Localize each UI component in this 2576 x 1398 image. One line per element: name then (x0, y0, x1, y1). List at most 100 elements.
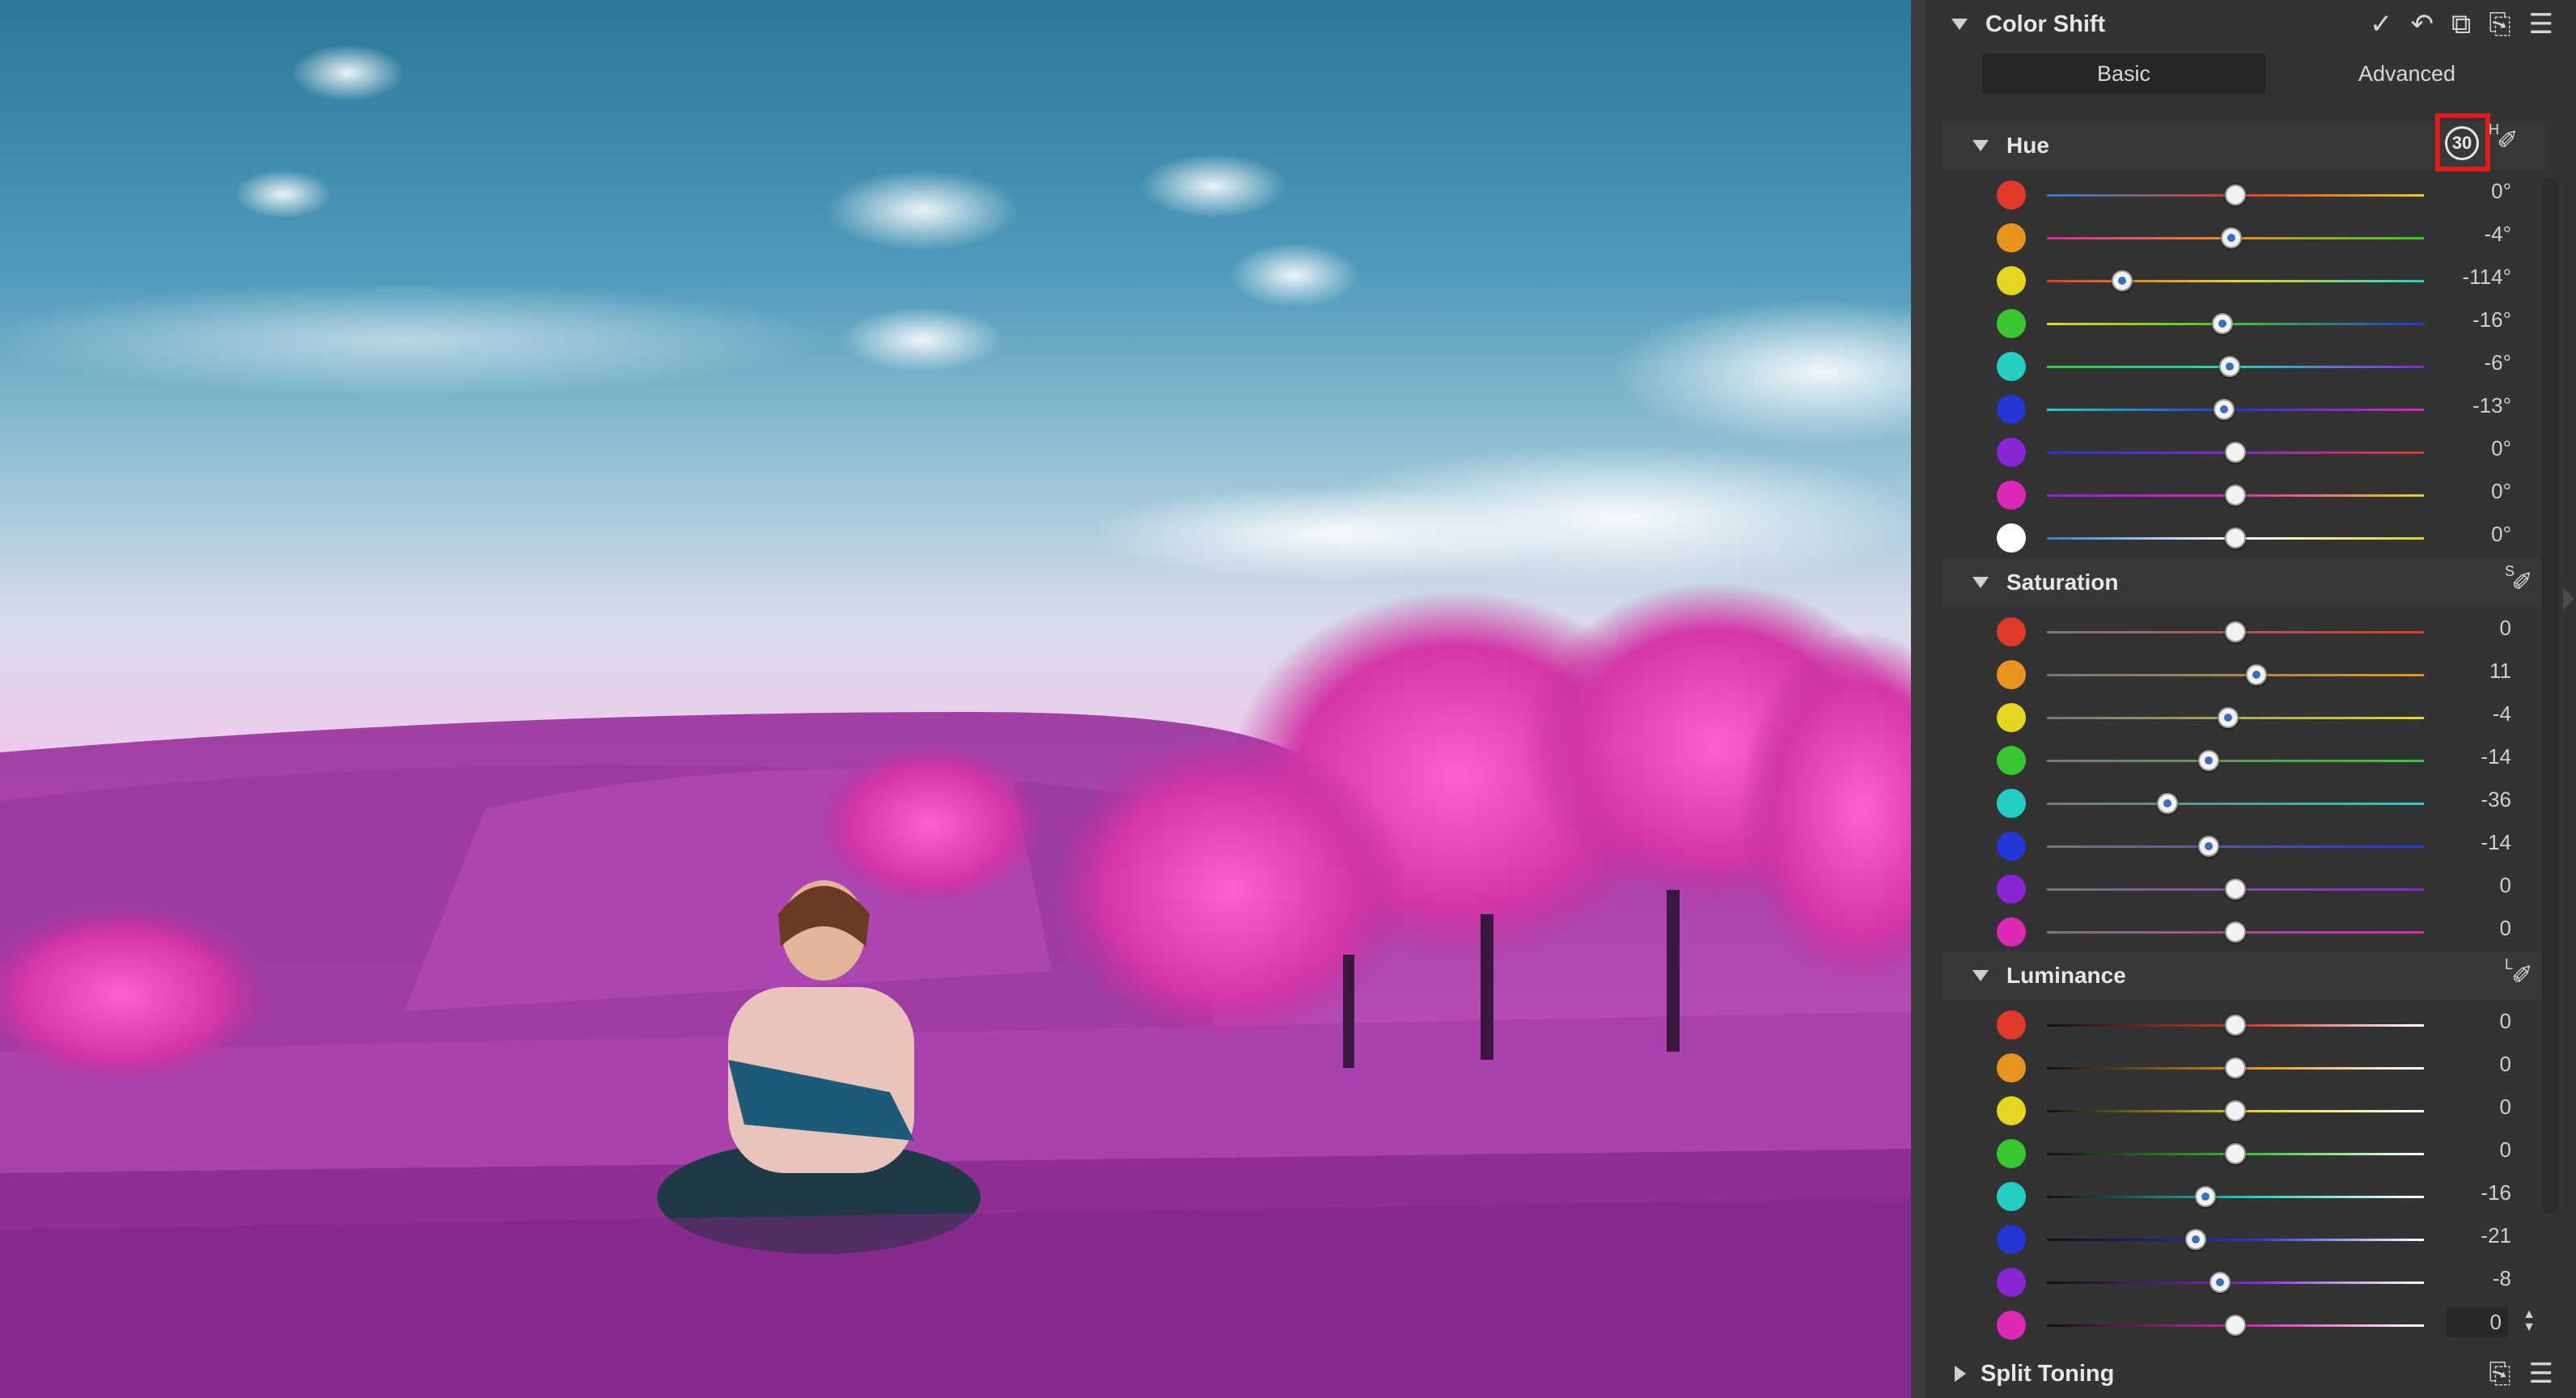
luminance-picker-icon[interactable]: L ✐ (2505, 956, 2542, 992)
color-swatch (1997, 1268, 2026, 1297)
hue-picker-icon[interactable]: H ✐ (2489, 121, 2519, 155)
saturation-slider-handle[interactable] (2225, 921, 2246, 943)
luminance-slider-handle[interactable] (2225, 1015, 2246, 1036)
saturation-value: 0 (2499, 916, 2511, 940)
panel-expand-arrow-icon[interactable] (2563, 587, 2574, 610)
saturation-slider-handle[interactable] (2198, 750, 2220, 771)
color-shift-header[interactable]: Color Shift ✓ ↶ ⧉ ⎘ ☰ (1942, 0, 2553, 49)
panel-scrollbar[interactable] (2542, 178, 2558, 1214)
paste-icon[interactable]: ⎘ (2489, 11, 2510, 38)
color-swatch (1997, 395, 2026, 424)
luminance-slider-handle[interactable] (2225, 1100, 2246, 1121)
color-swatch (1997, 223, 2026, 252)
luminance-slider-handle[interactable] (2225, 1057, 2246, 1078)
menu-icon[interactable]: ☰ (2529, 11, 2553, 38)
color-swatch (1997, 523, 2026, 553)
saturation-slider-track[interactable] (2047, 760, 2424, 762)
luminance-value: 0 (2499, 1009, 2511, 1033)
saturation-value: 0 (2499, 873, 2511, 897)
saturation-value: -14 (2481, 830, 2511, 854)
saturation-slider-handle[interactable] (2225, 879, 2246, 900)
saturation-slider-handle[interactable] (2225, 621, 2246, 642)
hue-slider-handle[interactable] (2221, 227, 2243, 248)
collapse-icon[interactable] (1972, 970, 1989, 981)
saturation-row: 0 (1942, 864, 2545, 907)
hue-slider-track[interactable] (2047, 409, 2424, 411)
collapse-icon[interactable] (1972, 140, 1989, 151)
luminance-slider-track[interactable] (2047, 1282, 2424, 1284)
hue-value: -16° (2472, 307, 2511, 332)
saturation-slider-handle[interactable] (2245, 664, 2267, 685)
hue-slider-handle[interactable] (2225, 184, 2246, 205)
luminance-value: -8 (2492, 1266, 2511, 1290)
menu-icon[interactable]: ☰ (2529, 1360, 2553, 1387)
hue-slider-handle[interactable] (2219, 356, 2240, 377)
tab-basic[interactable]: Basic (1982, 53, 2265, 94)
color-shift-panel: Color Shift ✓ ↶ ⧉ ⎘ ☰ Basic Advanced Hue… (1911, 0, 2576, 1398)
split-toning-header[interactable]: Split Toning ⎘ ☰ (1942, 1349, 2553, 1398)
hue-section: Hue 0° -4° -114° -16° -6° -13° 0° 0° 0° (1942, 121, 2545, 556)
hue-range-icon[interactable]: 30 (2445, 126, 2479, 160)
hue-value: 0° (2491, 179, 2511, 203)
color-swatch (1997, 660, 2026, 689)
tab-advanced[interactable]: Advanced (2265, 53, 2548, 94)
saturation-slider-track[interactable] (2047, 674, 2424, 676)
saturation-header[interactable]: Saturation S ✐ (1942, 558, 2545, 607)
hue-slider-handle[interactable] (2225, 527, 2246, 549)
paste-icon[interactable]: ⎘ (2489, 1360, 2510, 1387)
luminance-row: 0 (1942, 1129, 2545, 1171)
split-toning-title: Split Toning (1981, 1360, 2115, 1387)
checkmark-icon[interactable]: ✓ (2370, 11, 2393, 38)
value-spinner-icon[interactable]: ▲ ▼ (2523, 1308, 2536, 1334)
luminance-row: 0 ▲ ▼ (1942, 1300, 2545, 1343)
saturation-slider-track[interactable] (2047, 803, 2424, 805)
hue-slider-handle[interactable] (2214, 399, 2235, 420)
color-swatch (1997, 1010, 2026, 1040)
luminance-slider-track[interactable] (2047, 1239, 2424, 1241)
hue-slider-handle[interactable] (2112, 270, 2133, 291)
saturation-slider-handle[interactable] (2157, 793, 2179, 814)
saturation-title: Saturation (2006, 570, 2119, 595)
luminance-value[interactable]: 0 (2447, 1307, 2508, 1337)
color-swatch (1997, 746, 2026, 775)
hue-slider-track[interactable] (2047, 323, 2424, 325)
undo-icon[interactable]: ↶ (2411, 11, 2434, 38)
hue-slider-handle[interactable] (2225, 485, 2246, 506)
copy-icon[interactable]: ⧉ (2451, 11, 2471, 38)
color-swatch (1997, 875, 2026, 904)
luminance-value: -16 (2481, 1180, 2511, 1205)
luminance-slider-handle[interactable] (2185, 1229, 2207, 1250)
luminance-slider-handle[interactable] (2194, 1186, 2216, 1207)
expand-icon[interactable] (1955, 1366, 1966, 1382)
saturation-slider-track[interactable] (2047, 845, 2424, 848)
saturation-slider-handle[interactable] (2198, 836, 2220, 857)
luminance-section: Luminance L ✐ 0 0 0 0 -16 -21 -8 0 ▲ ▼ (1942, 951, 2545, 1343)
luminance-slider-track[interactable] (2047, 1196, 2424, 1198)
hue-value: 0° (2491, 479, 2511, 503)
mode-tabs: Basic Advanced (1982, 53, 2548, 94)
saturation-slider-handle[interactable] (2217, 707, 2239, 728)
luminance-slider-handle[interactable] (2210, 1272, 2231, 1293)
hue-value: -13° (2472, 393, 2511, 417)
saturation-picker-icon[interactable]: S ✐ (2505, 563, 2542, 599)
color-swatch (1997, 789, 2026, 818)
luminance-value: -21 (2481, 1223, 2511, 1248)
collapse-icon[interactable] (1951, 19, 1968, 30)
luminance-slider-handle[interactable] (2225, 1143, 2246, 1164)
hue-slider-handle[interactable] (2211, 313, 2233, 334)
hue-slider-track[interactable] (2047, 280, 2424, 282)
hue-value: 0° (2491, 522, 2511, 546)
hue-row: -6° (1942, 341, 2545, 384)
luminance-row: -8 (1942, 1257, 2545, 1300)
color-swatch (1997, 309, 2026, 338)
color-swatch (1997, 180, 2026, 210)
luminance-header[interactable]: Luminance L ✐ (1942, 951, 2545, 1000)
luminance-slider-handle[interactable] (2225, 1315, 2246, 1336)
color-swatch (1997, 832, 2026, 861)
hue-slider-handle[interactable] (2225, 442, 2246, 463)
luminance-row: -21 (1942, 1214, 2545, 1257)
hue-title: Hue (2006, 133, 2049, 158)
collapse-icon[interactable] (1972, 577, 1989, 588)
color-swatch (1997, 617, 2026, 646)
color-swatch (1997, 1225, 2026, 1254)
